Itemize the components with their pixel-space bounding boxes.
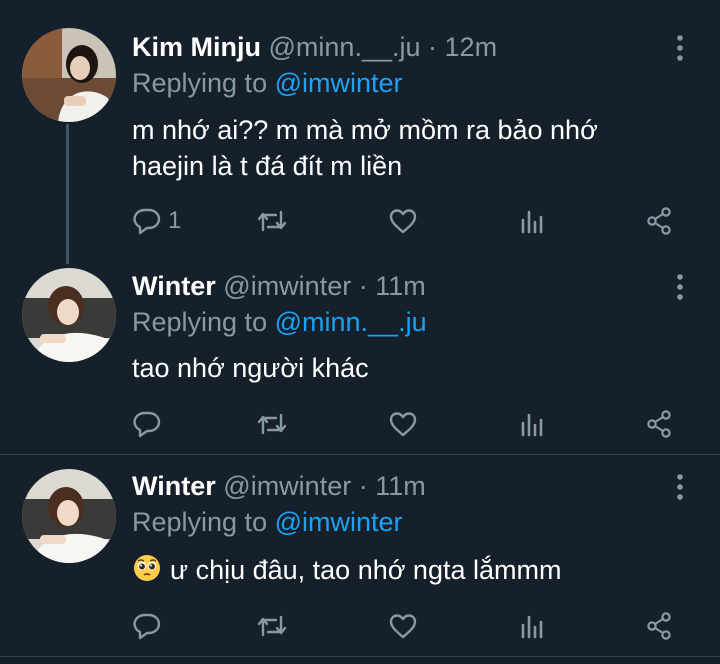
tweet-text-line: tao nhớ người khác (132, 353, 369, 383)
display-name[interactable]: Winter (132, 271, 216, 301)
retweet-icon (256, 206, 288, 236)
replying-to-label: Replying to (132, 68, 268, 98)
retweet-button[interactable] (256, 609, 288, 643)
like-button[interactable] (388, 609, 418, 643)
separator-dot: · (358, 271, 368, 301)
like-icon (388, 409, 418, 439)
tweet[interactable]: Kim Minju @minn.__.ju · 12m Replying to … (0, 0, 720, 262)
avatar[interactable] (22, 268, 116, 362)
reply-count: 1 (168, 207, 182, 234)
like-icon (388, 206, 418, 236)
replying-to-mention[interactable]: @minn.__.ju (275, 307, 427, 337)
tweet-divider (0, 656, 720, 657)
share-icon (644, 409, 674, 439)
like-button[interactable] (388, 407, 418, 441)
analytics-button[interactable] (517, 204, 547, 238)
timestamp[interactable]: 11m (375, 471, 426, 501)
analytics-button[interactable] (517, 609, 547, 643)
separator-dot: · (358, 471, 368, 501)
separator-dot: · (428, 32, 438, 62)
tweet-actions (132, 609, 692, 643)
tweet-header: Winter @imwinter · 11m (132, 269, 426, 303)
share-button[interactable] (644, 204, 674, 238)
analytics-icon (517, 611, 547, 641)
share-button[interactable] (644, 407, 674, 441)
more-icon[interactable] (669, 472, 691, 502)
tweet-text: m nhớ ai?? m mà mở mồm ra bảo nhớ haejin… (132, 112, 692, 184)
timestamp[interactable]: 11m (375, 271, 426, 301)
timestamp[interactable]: 12m (445, 32, 498, 62)
display-name[interactable]: Kim Minju (132, 32, 261, 62)
display-name[interactable]: Winter (132, 471, 216, 501)
replying-to-mention[interactable]: @imwinter (275, 507, 403, 537)
share-button[interactable] (644, 609, 674, 643)
share-icon (644, 206, 674, 236)
replying-to-label: Replying to (132, 307, 268, 337)
avatar[interactable] (22, 469, 116, 563)
analytics-icon (517, 206, 547, 236)
tweet-header: Kim Minju @minn.__.ju · 12m (132, 30, 497, 64)
retweet-button[interactable] (256, 407, 288, 441)
tweet-text-line: haejin là t đá đít m liền (132, 151, 403, 181)
replying-to-label: Replying to (132, 507, 268, 537)
avatar[interactable] (22, 28, 116, 122)
tweet-text-line: ư chịu đâu, tao nhớ ngta lắmmm (132, 552, 692, 588)
retweet-icon (256, 611, 288, 641)
more-icon[interactable] (669, 272, 691, 302)
retweet-icon (256, 409, 288, 439)
replying-to: Replying to @minn.__.ju (132, 305, 427, 339)
reply-button[interactable]: 1 (132, 204, 181, 238)
tweet-text-line: m nhớ ai?? m mà mở mồm ra bảo nhớ (132, 115, 598, 145)
tweet[interactable]: Winter @imwinter · 11m Replying to @imwi… (0, 455, 720, 664)
tweet-actions: 1 (132, 204, 692, 238)
reply-button[interactable] (132, 407, 162, 441)
like-icon (388, 611, 418, 641)
tweet-text-line-content: ư chịu đâu, tao nhớ ngta lắmmm (170, 555, 562, 585)
more-icon[interactable] (669, 33, 691, 63)
reply-icon (132, 409, 162, 439)
reply-icon (132, 206, 162, 236)
username[interactable]: @minn.__.ju (269, 32, 421, 62)
tweet-text: tao nhớ người khác (132, 350, 692, 386)
replying-to: Replying to @imwinter (132, 66, 403, 100)
username[interactable]: @imwinter (223, 471, 351, 501)
pleading-face-emoji-icon (134, 555, 160, 581)
replying-to: Replying to @imwinter (132, 505, 403, 539)
username[interactable]: @imwinter (223, 271, 351, 301)
like-button[interactable] (388, 204, 418, 238)
tweet-actions (132, 407, 692, 441)
retweet-button[interactable] (256, 204, 288, 238)
tweet-text: ư chịu đâu, tao nhớ ngta lắmmm (132, 552, 692, 588)
tweet-header: Winter @imwinter · 11m (132, 469, 426, 503)
share-icon (644, 611, 674, 641)
analytics-button[interactable] (517, 407, 547, 441)
analytics-icon (517, 409, 547, 439)
tweet[interactable]: Winter @imwinter · 11m Replying to @minn… (0, 262, 720, 454)
reply-button[interactable] (132, 609, 162, 643)
replying-to-mention[interactable]: @imwinter (275, 68, 403, 98)
reply-icon (132, 611, 162, 641)
